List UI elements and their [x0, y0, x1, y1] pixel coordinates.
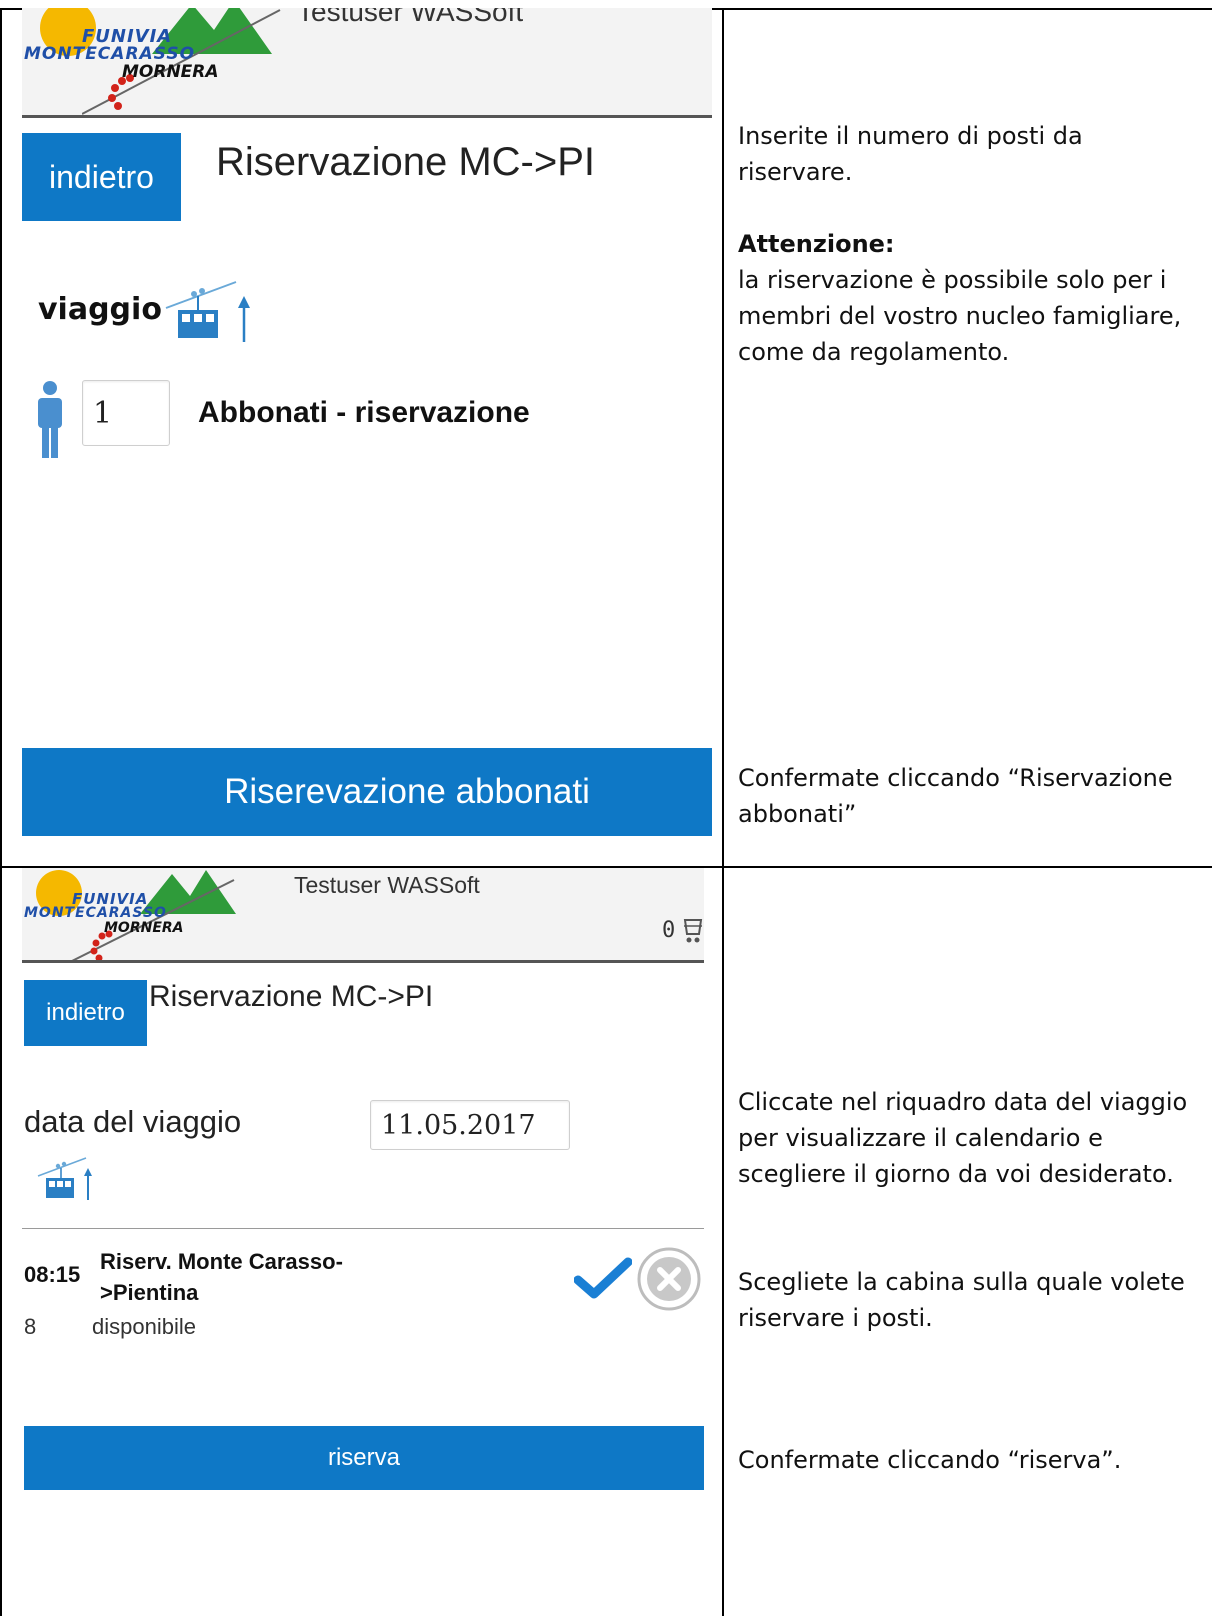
funivia-logo: FUNIVIA MONTECARASSO MORNERA [22, 8, 282, 116]
date-field[interactable]: 11.05.2017 [370, 1100, 570, 1150]
quantity-input[interactable]: 1 [82, 380, 170, 446]
funivia-logo-2: FUNIVIA MONTECARASSO MORNERA [22, 868, 236, 960]
instruction-confirm-1: Confermate cliccando “Riservazione abbon… [738, 764, 1173, 828]
close-circle-icon[interactable] [636, 1246, 702, 1312]
user-name: Testuser WASSoft [297, 8, 524, 27]
cart-count: 0 [662, 918, 676, 943]
check-icon[interactable] [574, 1256, 632, 1300]
instruction-confirm-2: Confermate cliccando “riserva”. [738, 1446, 1122, 1474]
departure-time: 08:15 [24, 1262, 81, 1287]
header-divider [22, 115, 712, 118]
cable-car-up-icon [165, 281, 250, 342]
user-name-2: Testuser WASSoft [294, 872, 480, 898]
header-divider-2 [22, 960, 704, 963]
instruction-date: Cliccate nel riquadro data del viaggio p… [738, 1088, 1188, 1188]
instruction-seats: Inserite il numero di posti da riservare… [738, 122, 1083, 186]
cart-icon[interactable] [682, 916, 704, 946]
availability-status: disponibile [92, 1314, 196, 1339]
cable-car-up-icon-2 [37, 1157, 92, 1200]
back-button[interactable]: indietro [22, 133, 181, 221]
trip-label: viaggio [38, 292, 162, 327]
table-left-border [0, 8, 2, 1616]
attention-title: Attenzione: [738, 230, 895, 258]
app-header: FUNIVIA MONTECARASSO MORNERA Testuser WA… [22, 8, 712, 116]
logo-text-mornera: MORNERA [122, 62, 219, 82]
page-title: Riservazione MC->PI [216, 140, 596, 184]
instruction-cabin: Scegliete la cabina sulla quale volete r… [738, 1268, 1185, 1332]
logo-text-mornera-2: MORNERA [104, 920, 184, 936]
reserve-button[interactable]: riserva [24, 1426, 704, 1490]
page-title-2: Riservazione MC->PI [149, 980, 434, 1013]
confirm-subscribers-button[interactable]: Riserevazione abbonati [22, 748, 712, 836]
trip-name: Riserv. Monte Carasso->Pientina [100, 1249, 343, 1305]
list-divider [22, 1228, 704, 1229]
ticket-type-label: Abbonati - riservazione [198, 396, 530, 429]
person-icon [38, 381, 62, 458]
attention-text: la riservazione è possibile solo per i m… [738, 266, 1182, 366]
available-seats: 8 [24, 1314, 37, 1339]
back-button-2[interactable]: indietro [24, 980, 147, 1046]
date-label: data del viaggio [24, 1104, 242, 1139]
logo-text-montecarasso: MONTECARASSO [24, 44, 196, 64]
table-column-divider [722, 8, 724, 1616]
logo-text-montecarasso-2: MONTECARASSO [24, 905, 167, 921]
app-header-2: FUNIVIA MONTECARASSO MORNERA Testuser WA… [22, 868, 704, 960]
